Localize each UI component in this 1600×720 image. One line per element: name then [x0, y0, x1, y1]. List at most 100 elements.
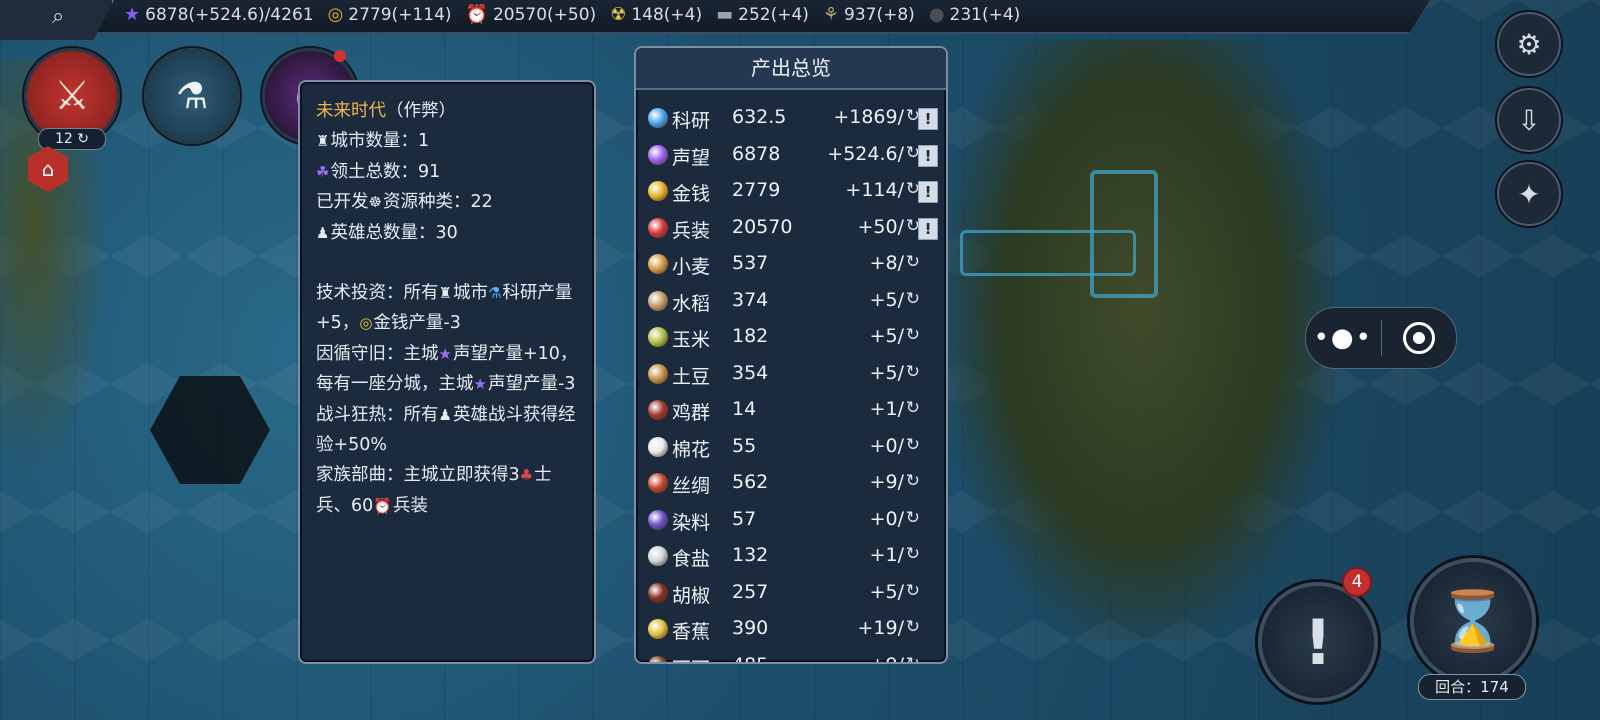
river-border-2 [960, 230, 1136, 276]
output-value: 6878 [732, 142, 781, 165]
output-row-salt[interactable]: 食盐 132 +1/↻ [636, 538, 946, 575]
output-delta: +114/ [845, 179, 904, 201]
output-value: 390 [732, 617, 769, 639]
output-row-prestige[interactable]: 声望 6878 +524.6/↻! [636, 137, 946, 174]
output-row-cocoa[interactable]: 可可 485 +9/↻ [636, 648, 946, 663]
output-overview-panel[interactable]: 产出总览 科研 632.5 +1869/ ↻! 声望 6878 +524.6/ ↻! 金钱 277… [634, 46, 948, 664]
output-row-research[interactable]: 科研 632.5 +1869/↻! [636, 100, 946, 137]
end-turn-button[interactable]: ⌛ [1410, 558, 1536, 684]
output-value: 537 [732, 252, 769, 274]
output-name: 丝绸 [672, 475, 711, 497]
output-delta: +19/ [857, 617, 905, 639]
output-delta: +9/ [869, 471, 904, 493]
output-value: 354 [732, 361, 769, 384]
turn-counter: 回合：174 [1418, 674, 1526, 700]
output-delta: +5/ [869, 361, 904, 384]
save-button[interactable]: ⇩ [1497, 88, 1561, 152]
research-icon: ⚗ [487, 284, 502, 303]
output-name: 兵装 [672, 219, 711, 242]
resource-value: 231(+4) [949, 4, 1021, 25]
resource-item[interactable]: ▬ 252(+4) [716, 4, 809, 25]
resource-item[interactable]: ★ 6878(+524.6)/4261 [124, 4, 314, 25]
output-delta: +0/ [869, 434, 904, 457]
warning-icon[interactable]: ! [918, 181, 938, 203]
output-row-gold[interactable]: 金钱 2779 +114/↻! [636, 173, 946, 210]
armament-icon [648, 217, 668, 238]
output-list[interactable]: 科研 632.5 +1869/ ↻! 声望 6878 +524.6/ ↻! 金钱 2779 +114… [636, 100, 946, 663]
resource-item[interactable]: ◎ 2779(+114) [328, 4, 452, 25]
effect-text: 兵装 [392, 495, 428, 516]
output-delta: +5/ [869, 580, 904, 603]
mini-program-capsule: •●• [1305, 307, 1457, 369]
potato-icon [648, 363, 668, 384]
crossed-swords-icon: ⚔ [54, 73, 90, 119]
download-tray-icon: ⇩ [1517, 103, 1541, 137]
output-row-silk[interactable]: 丝绸 562 +9/↻ [636, 465, 946, 502]
output-value: 2779 [732, 179, 781, 201]
output-row-armament[interactable]: 兵装 20570 +50/↻! [636, 210, 946, 247]
city-icon: ♜ [316, 132, 330, 151]
warning-icon[interactable]: ! [918, 108, 938, 130]
output-value: 485 [732, 654, 768, 663]
output-row-banana[interactable]: 香蕉 390 +19/↻ [636, 611, 946, 648]
add-ticket-button[interactable]: ✦ [1497, 162, 1561, 226]
hourglass-icon: ⌛ [1436, 586, 1510, 655]
territory-count: 领土总数：91 [330, 161, 441, 182]
gold-icon [648, 181, 668, 201]
research-button[interactable]: ⚗ [144, 48, 240, 144]
output-overview-title: 产出总览 [636, 48, 946, 90]
output-row-chicken[interactable]: 鸡群 14 +1/↻ [636, 392, 946, 429]
soldier-icon: ♣ [519, 466, 534, 485]
per-turn-icon: ↻ [905, 325, 920, 345]
research-icon [648, 108, 668, 128]
cocoa-icon [648, 655, 668, 662]
output-row-corn[interactable]: 玉米 182 +5/↻ [636, 319, 946, 356]
effect-text: 金钱产量-3 [373, 313, 461, 334]
settings-button[interactable]: ⚙ [1497, 12, 1561, 76]
resource-item[interactable]: ⚘ 937(+8) [823, 4, 915, 25]
effect-battle-frenzy: 战斗狂热：所有♟英雄战斗获得经验+50% [316, 400, 586, 461]
output-delta: +9/ [870, 654, 904, 663]
resource-types-count: 资源种类：22 [382, 192, 493, 213]
output-name: 可可 [672, 654, 710, 663]
era-info-panel: 未来时代（作弊） ♜城市数量：1 ☘领土总数：91 已开发☸资源种类：22 ♟英… [298, 80, 596, 664]
turn-arrow-icon: ↻ [72, 131, 89, 147]
dye-icon [648, 509, 668, 530]
output-value: 562 [732, 471, 769, 493]
hero-icon: ♟ [438, 405, 452, 424]
gold-coin-icon: ◎ [327, 4, 344, 25]
more-options-button[interactable]: •●• [1306, 323, 1381, 353]
exclamation-icon: ! [1303, 605, 1333, 679]
output-row-wheat[interactable]: 小麦 537 +8/↻ [636, 246, 946, 283]
output-name: 金钱 [672, 183, 711, 205]
close-capsule-button[interactable] [1382, 322, 1457, 354]
output-row-dye[interactable]: 染料 57 +0/↻ [636, 502, 946, 539]
output-name: 香蕉 [672, 621, 711, 643]
output-delta: +1/ [869, 544, 904, 566]
output-name: 土豆 [672, 365, 711, 388]
effect-text: 技术投资：所有 [316, 283, 439, 304]
per-turn-icon: ↻ [905, 398, 920, 418]
cotton-icon [648, 436, 668, 457]
output-name: 水稻 [672, 292, 711, 315]
warning-icon[interactable]: ! [918, 144, 938, 167]
output-row-rice[interactable]: 水稻 374 +5/↻ [636, 283, 946, 320]
output-value: 55 [732, 434, 757, 457]
flask-icon: ⚗ [175, 75, 209, 117]
output-row-potato[interactable]: 土豆 354 +5/↻ [636, 356, 946, 393]
output-row-cotton[interactable]: 棉花 55 +0/↻ [636, 429, 946, 466]
warning-icon[interactable]: ! [918, 217, 938, 240]
gold-icon: ◎ [359, 314, 373, 333]
output-row-pepper[interactable]: 胡椒 257 +5/↻ [636, 575, 946, 612]
resource-item[interactable]: ● 231(+4) [929, 4, 1021, 25]
notifications-button[interactable]: ! [1258, 582, 1378, 702]
output-delta: +524.6/ [827, 142, 904, 165]
effect-text: 因循守旧：主城 [316, 343, 439, 364]
resource-item[interactable]: ⏰ 20570(+50) [466, 4, 597, 25]
radiation-icon: ☢ [610, 4, 627, 25]
output-delta: +8/ [869, 252, 904, 274]
city-count: 城市数量：1 [330, 131, 430, 152]
resource-item[interactable]: ☢ 148(+4) [610, 4, 702, 25]
era-name: 未来时代 [316, 101, 386, 121]
per-turn-icon: ↻ [905, 252, 920, 272]
